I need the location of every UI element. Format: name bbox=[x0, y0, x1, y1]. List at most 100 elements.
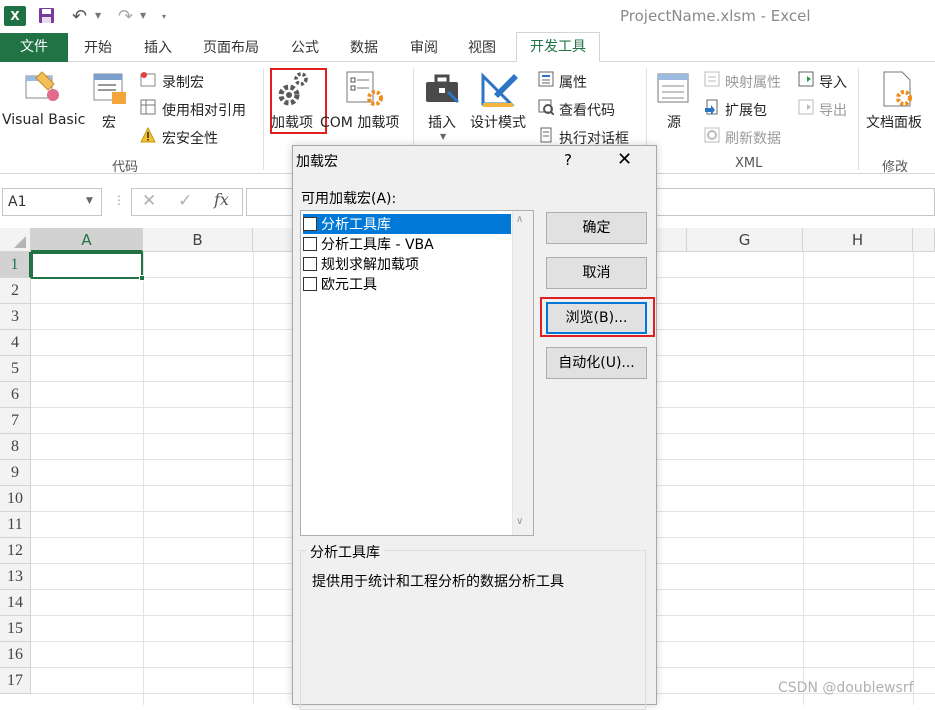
list-item[interactable]: 欧元工具 bbox=[303, 274, 511, 294]
list-item[interactable]: 分析工具库 bbox=[303, 214, 511, 234]
tab-view[interactable]: 视图 bbox=[468, 37, 496, 57]
row-header[interactable]: 4 bbox=[0, 330, 31, 356]
formula-bar-grip-icon[interactable]: ⋮ bbox=[113, 193, 125, 207]
addins-button[interactable]: 加载项 bbox=[271, 112, 313, 132]
column-header[interactable]: H bbox=[803, 228, 913, 252]
record-macro-icon[interactable] bbox=[140, 71, 156, 87]
properties-button[interactable]: 属性 bbox=[559, 72, 587, 92]
row-header[interactable]: 13 bbox=[0, 564, 31, 590]
scroll-down-icon[interactable]: ∨ bbox=[516, 516, 523, 527]
import-icon[interactable] bbox=[798, 71, 814, 87]
checkbox[interactable] bbox=[303, 257, 317, 271]
checkbox[interactable] bbox=[303, 277, 317, 291]
design-mode-button[interactable]: 设计模式 bbox=[470, 112, 526, 132]
view-code-button[interactable]: 查看代码 bbox=[559, 100, 615, 120]
active-cell-A1[interactable] bbox=[31, 252, 143, 279]
list-item[interactable]: 规划求解加载项 bbox=[303, 254, 511, 274]
list-item[interactable]: 分析工具库 - VBA bbox=[303, 234, 511, 254]
row-header[interactable]: 7 bbox=[0, 408, 31, 434]
save-icon[interactable] bbox=[38, 7, 55, 24]
redo-dropdown-icon[interactable]: ▼ bbox=[140, 11, 146, 20]
column-header[interactable]: B bbox=[143, 228, 253, 252]
warning-icon[interactable] bbox=[140, 127, 156, 143]
cancel-button[interactable]: 取消 bbox=[546, 257, 647, 289]
visual-basic-icon[interactable] bbox=[24, 70, 62, 104]
row-header[interactable]: 8 bbox=[0, 434, 31, 460]
relative-reference-button[interactable]: 使用相对引用 bbox=[162, 100, 246, 120]
row-header[interactable]: 5 bbox=[0, 356, 31, 382]
column-header[interactable] bbox=[253, 228, 293, 252]
macros-button-label[interactable]: 宏 bbox=[102, 112, 116, 132]
tab-home[interactable]: 开始 bbox=[84, 37, 112, 57]
record-macro-button[interactable]: 录制宏 bbox=[162, 72, 204, 92]
expansion-packs-icon[interactable] bbox=[704, 99, 720, 115]
row-header[interactable]: 2 bbox=[0, 278, 31, 304]
name-box-dropdown-icon[interactable]: ▼ bbox=[86, 196, 93, 206]
column-gridline bbox=[143, 252, 144, 705]
insert-function-icon[interactable]: fx bbox=[214, 190, 229, 209]
ok-button[interactable]: 确定 bbox=[546, 212, 647, 244]
design-mode-icon[interactable] bbox=[480, 70, 520, 108]
tab-data[interactable]: 数据 bbox=[350, 37, 378, 57]
tab-insert[interactable]: 插入 bbox=[144, 37, 172, 57]
column-header[interactable]: G bbox=[687, 228, 803, 252]
row-header[interactable]: 11 bbox=[0, 512, 31, 538]
column-header[interactable] bbox=[656, 228, 687, 252]
automation-button[interactable]: 自动化(U)... bbox=[546, 347, 647, 379]
column-header[interactable]: A bbox=[31, 228, 143, 252]
view-code-icon[interactable] bbox=[538, 99, 554, 115]
row-header[interactable]: 15 bbox=[0, 616, 31, 642]
row-header[interactable]: 14 bbox=[0, 590, 31, 616]
insert-dropdown-icon[interactable]: ▼ bbox=[440, 132, 446, 141]
relative-reference-icon[interactable] bbox=[140, 99, 156, 115]
tab-page-layout[interactable]: 页面布局 bbox=[203, 37, 259, 57]
import-button[interactable]: 导入 bbox=[819, 72, 847, 92]
run-dialog-icon[interactable] bbox=[538, 127, 554, 143]
tab-file[interactable]: 文件 bbox=[0, 33, 68, 62]
row-header[interactable]: 12 bbox=[0, 538, 31, 564]
row-header[interactable]: 17 bbox=[0, 668, 31, 694]
list-scrollbar[interactable] bbox=[512, 211, 533, 535]
checkbox[interactable] bbox=[303, 217, 317, 231]
description-text: 提供用于统计和工程分析的数据分析工具 bbox=[312, 574, 564, 590]
customize-toolbar-icon[interactable]: ▾ bbox=[162, 12, 166, 21]
group-separator bbox=[858, 68, 859, 170]
select-all-triangle-icon bbox=[14, 236, 26, 248]
redo-icon[interactable]: ↷ bbox=[118, 6, 133, 27]
row-header[interactable]: 10 bbox=[0, 486, 31, 512]
row-header[interactable]: 3 bbox=[0, 304, 31, 330]
toolbox-icon[interactable] bbox=[424, 72, 462, 106]
properties-icon[interactable] bbox=[538, 71, 554, 87]
tab-developer[interactable]: 开发工具 bbox=[516, 32, 600, 63]
row-header[interactable]: 9 bbox=[0, 460, 31, 486]
close-icon[interactable]: ✕ bbox=[617, 149, 632, 170]
xml-source-button[interactable]: 源 bbox=[667, 112, 681, 132]
document-panel-icon[interactable] bbox=[880, 70, 916, 108]
row-header[interactable]: 1 bbox=[0, 252, 31, 278]
refresh-data-button: 刷新数据 bbox=[725, 131, 781, 147]
tab-formulas[interactable]: 公式 bbox=[291, 37, 319, 57]
confirm-entry-icon[interactable]: ✓ bbox=[178, 191, 192, 211]
undo-dropdown-icon[interactable]: ▼ bbox=[95, 11, 101, 20]
scroll-up-icon[interactable]: ∧ bbox=[516, 214, 523, 225]
row-header[interactable]: 16 bbox=[0, 642, 31, 668]
browse-button[interactable]: 浏览(B)... bbox=[546, 302, 647, 334]
macros-icon[interactable] bbox=[92, 72, 128, 106]
document-panel-button[interactable]: 文档面板 bbox=[866, 112, 922, 132]
column-header[interactable] bbox=[913, 228, 935, 252]
undo-icon[interactable]: ↶ bbox=[72, 6, 87, 27]
macro-security-button[interactable]: 宏安全性 bbox=[162, 128, 218, 148]
gear-icon[interactable] bbox=[276, 71, 310, 107]
row-header[interactable]: 6 bbox=[0, 382, 31, 408]
cancel-entry-icon[interactable]: ✕ bbox=[142, 191, 156, 211]
xml-source-icon[interactable] bbox=[656, 72, 692, 106]
fill-handle[interactable] bbox=[139, 275, 145, 281]
tab-review[interactable]: 审阅 bbox=[410, 37, 438, 57]
help-icon[interactable]: ? bbox=[564, 151, 572, 169]
insert-control-button[interactable]: 插入 bbox=[428, 112, 456, 132]
com-addins-button[interactable]: COM 加载项 bbox=[320, 112, 399, 132]
checkbox[interactable] bbox=[303, 237, 317, 251]
visual-basic-button-label[interactable]: Visual Basic bbox=[2, 112, 85, 128]
expansion-packs-button[interactable]: 扩展包 bbox=[725, 100, 767, 120]
com-addins-icon[interactable] bbox=[345, 70, 385, 108]
